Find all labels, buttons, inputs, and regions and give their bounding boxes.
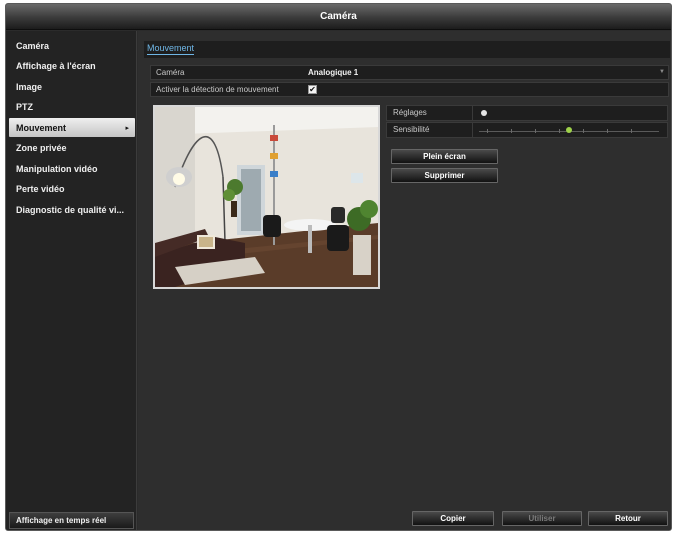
fullscreen-button-label: Plein écran	[423, 152, 466, 161]
slider-tick	[511, 129, 512, 133]
camera-preview-image	[155, 107, 378, 287]
sidebar-item-privacy-mask[interactable]: Zone privée	[9, 138, 135, 157]
slider-tick	[583, 129, 584, 133]
sidebar-item-video-loss[interactable]: Perte vidéo	[9, 179, 135, 198]
sidebar-item-label: Perte vidéo	[16, 183, 65, 194]
sidebar-item-label: Zone privée	[16, 142, 67, 153]
chevron-down-icon: ▼	[659, 69, 665, 75]
chevron-right-icon: ▸	[125, 124, 129, 132]
row-divider	[472, 106, 473, 120]
camera-select[interactable]: Caméra Analogique 1 ▼	[150, 65, 669, 80]
sidebar-item-image[interactable]: Image	[9, 77, 135, 96]
fullscreen-button[interactable]: Plein écran	[391, 149, 498, 164]
sidebar-item-label: Manipulation vidéo	[16, 163, 98, 174]
enable-motion-row: Activer la détection de mouvement ✔	[150, 82, 669, 97]
copy-button-label: Copier	[440, 514, 466, 523]
camera-preview[interactable]	[153, 105, 380, 289]
enable-motion-checkbox[interactable]: ✔	[308, 85, 317, 94]
copy-button[interactable]: Copier	[412, 511, 494, 526]
settings-row: Réglages	[386, 105, 668, 121]
back-button[interactable]: Retour	[588, 511, 668, 526]
slider-tick	[535, 129, 536, 133]
sidebar-item-label: Mouvement	[16, 122, 67, 133]
sidebar-item-label: Image	[16, 81, 43, 92]
sidebar-item-camera[interactable]: Caméra	[9, 36, 135, 55]
sensitivity-label: Sensibilité	[393, 125, 430, 134]
sidebar-item-quality-diagnosis[interactable]: Diagnostic de qualité vi...	[9, 200, 135, 219]
back-button-label: Retour	[615, 514, 641, 523]
main-panel: Mouvement Caméra Analogique 1 ▼ Activer …	[138, 31, 671, 530]
sidebar-item-label: Affichage à l'écran	[16, 60, 96, 71]
window-title: Caméra	[320, 11, 357, 22]
sidebar-item-ptz[interactable]: PTZ	[9, 97, 135, 116]
slider-tick	[487, 129, 488, 133]
camera-value: Analogique 1	[308, 68, 359, 77]
sidebar-item-motion[interactable]: Mouvement ▸	[9, 118, 135, 137]
slider-tick	[559, 129, 560, 133]
delete-button[interactable]: Supprimer	[391, 168, 498, 183]
apply-button-label: Utiliser	[528, 514, 556, 523]
slider-tick	[631, 129, 632, 133]
camera-label: Caméra	[156, 68, 185, 77]
tab-strip: Mouvement	[144, 41, 670, 58]
sidebar-item-label: PTZ	[16, 101, 33, 112]
sidebar-item-video-tampering[interactable]: Manipulation vidéo	[9, 159, 135, 178]
apply-button[interactable]: Utiliser	[502, 511, 582, 526]
sidebar: Caméra Affichage à l'écran Image PTZ Mou…	[6, 31, 137, 530]
settings-radio[interactable]	[481, 110, 487, 116]
title-bar: Caméra	[6, 4, 671, 30]
sensitivity-row: Sensibilité	[386, 122, 668, 138]
row-divider	[472, 123, 473, 137]
sidebar-item-label: Diagnostic de qualité vi...	[16, 204, 125, 215]
live-view-label: Affichage en temps réel	[16, 516, 107, 525]
sidebar-item-osd[interactable]: Affichage à l'écran	[9, 56, 135, 75]
enable-motion-label: Activer la détection de mouvement	[156, 85, 279, 94]
live-view-button[interactable]: Affichage en temps réel	[9, 512, 134, 529]
delete-button-label: Supprimer	[424, 171, 465, 180]
sensitivity-slider-thumb[interactable]	[566, 127, 572, 133]
slider-tick	[607, 129, 608, 133]
camera-settings-window: Caméra Caméra Affichage à l'écran Image …	[5, 3, 672, 531]
settings-label: Réglages	[393, 108, 427, 117]
sidebar-item-label: Caméra	[16, 40, 50, 51]
tab-motion[interactable]: Mouvement	[147, 43, 195, 55]
